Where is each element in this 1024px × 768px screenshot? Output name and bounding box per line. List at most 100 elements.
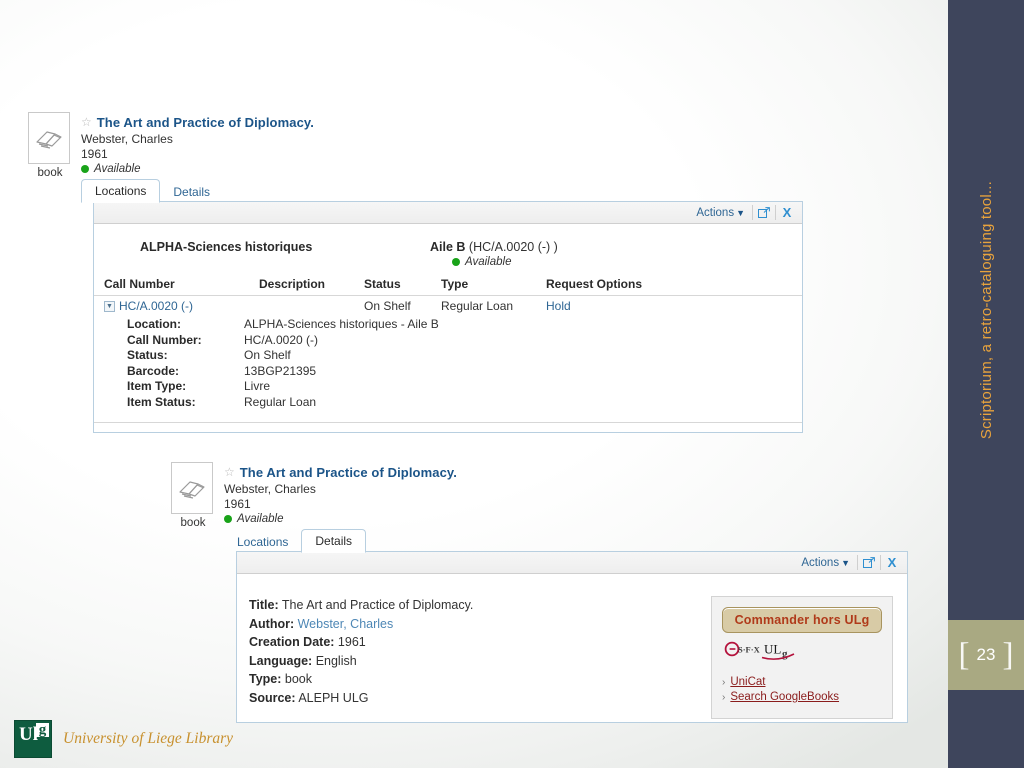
details-sidebar: Commander hors ULg S·F·X UL g › UniCat › <box>711 596 893 719</box>
bibliographic-fields: Title: The Art and Practice of Diplomacy… <box>249 596 703 719</box>
detail-value: On Shelf <box>244 348 291 362</box>
unicat-link[interactable]: UniCat <box>730 676 765 688</box>
close-x-icon[interactable]: X <box>776 202 798 223</box>
panel-toolbar-2: Actions ▼ X <box>237 552 907 574</box>
tab-locations[interactable]: Locations <box>224 531 301 553</box>
detail-key: Item Status: <box>127 394 196 409</box>
locations-body: ALPHA-Sciences historiques Aile B (HC/A.… <box>94 224 802 423</box>
cell-description <box>259 296 364 317</box>
record-title-link[interactable]: The Art and Practice of Diplomacy. <box>97 115 314 130</box>
tab-details[interactable]: Details <box>160 181 223 203</box>
svg-text:S·F·X: S·F·X <box>738 645 761 655</box>
wing-availability-label: Available <box>465 256 512 268</box>
item-detail-row: Call Number: HC/A.0020 (-) <box>94 333 802 349</box>
library-name: ALPHA-Sciences historiques <box>140 240 313 254</box>
actions-menu-2[interactable]: Actions ▼ <box>794 552 857 573</box>
actions-label: Actions <box>696 206 735 219</box>
vertical-presentation-title: Scriptorium, a retro-cataloguing tool... <box>948 0 1024 620</box>
detail-key: Item Type: <box>127 379 187 393</box>
record-tabs-1: Locations Details <box>81 178 314 203</box>
details-body: Title: The Art and Practice of Diplomacy… <box>237 574 907 737</box>
open-book-icon <box>28 112 70 164</box>
record-author: Webster, Charles <box>224 482 316 496</box>
panel-toolbar-1: Actions ▼ X <box>94 202 802 224</box>
record-availability-1: Available <box>81 163 314 175</box>
wing-block: Aile B (HC/A.0020 (-) ) Available <box>430 240 558 268</box>
locations-headers: ALPHA-Sciences historiques Aile B (HC/A.… <box>94 240 802 268</box>
col-request-options: Request Options <box>546 277 802 296</box>
external-link-icon[interactable] <box>753 202 775 223</box>
field-key: Source: <box>249 690 296 705</box>
ulg-logo-icon: Ul g <box>14 720 52 758</box>
record-tabs-2: Locations Details <box>224 528 457 553</box>
svg-text:UL: UL <box>764 642 781 657</box>
external-link-icon[interactable] <box>858 552 880 573</box>
hold-request-link[interactable]: Hold <box>546 299 571 313</box>
logo-letter-g: g <box>38 722 47 738</box>
col-description: Description <box>259 277 364 296</box>
table-header-row: Call Number Description Status Type Requ… <box>94 277 802 296</box>
actions-label: Actions <box>801 556 840 569</box>
item-detail-row: Status: On Shelf <box>94 348 802 364</box>
wing-callnumber: (HC/A.0020 (-) ) <box>468 240 558 254</box>
locations-table: Call Number Description Status Type Requ… <box>94 277 802 316</box>
slide-footer: Ul g University of Liege Library <box>14 720 233 758</box>
field-author: Author: Webster, Charles <box>249 615 703 634</box>
google-books-link[interactable]: Search GoogleBooks <box>730 691 839 703</box>
record-header-2: book ☆ The Art and Practice of Diplomacy… <box>171 462 457 553</box>
detail-value: HC/A.0020 (-) <box>244 332 319 347</box>
locations-panel: Actions ▼ X ALPHA-Sciences historiques A… <box>93 201 803 433</box>
tab-locations[interactable]: Locations <box>81 179 161 203</box>
order-outside-ulg-button[interactable]: Commander hors ULg <box>722 607 882 633</box>
chevron-down-icon: ▼ <box>841 557 850 568</box>
item-detail-row: Barcode: 13BGP21395 <box>94 364 802 380</box>
detail-value: Regular Loan <box>244 394 317 409</box>
thumbnail-label: book <box>180 517 206 529</box>
wing-label: Aile B <box>430 240 466 254</box>
actions-menu-1[interactable]: Actions ▼ <box>689 202 752 223</box>
close-label: X <box>782 205 792 220</box>
list-item: › UniCat <box>722 676 882 688</box>
table-bottom-divider <box>94 422 802 423</box>
sfx-ulg-logo[interactable]: S·F·X UL g <box>724 640 882 662</box>
related-links: › UniCat › Search GoogleBooks <box>722 676 882 703</box>
call-number-link[interactable]: HC/A.0020 (-) <box>119 299 193 313</box>
field-value: ALEPH ULG <box>298 690 369 705</box>
detail-value: 13BGP21395 <box>244 363 317 378</box>
table-row: ▼ HC/A.0020 (-) On Shelf Regular Loan Hol… <box>94 296 802 317</box>
item-detail-row: Item Type: Livre <box>94 379 802 395</box>
field-value-link[interactable]: Webster, Charles <box>298 617 394 631</box>
record-year: 1961 <box>81 147 108 161</box>
cell-request-option: Hold <box>546 296 802 317</box>
field-title: Title: The Art and Practice of Diplomacy… <box>249 596 703 615</box>
collapse-triangle-icon[interactable]: ▼ <box>104 301 115 313</box>
availability-dot-icon <box>81 165 89 173</box>
wing-heading: Aile B (HC/A.0020 (-) ) <box>430 240 558 254</box>
col-status: Status <box>364 277 441 296</box>
col-type: Type <box>441 277 546 296</box>
vertical-title-text: Scriptorium, a retro-cataloguing tool... <box>977 180 995 440</box>
field-key: Type: <box>249 672 282 686</box>
cell-status: On Shelf <box>364 299 411 313</box>
star-outline-icon[interactable]: ☆ <box>224 465 235 480</box>
availability-dot-icon <box>224 515 232 523</box>
field-key: Author: <box>249 616 295 631</box>
detail-key: Location: <box>127 317 181 331</box>
record-year: 1961 <box>224 497 251 511</box>
tab-details[interactable]: Details <box>301 529 367 553</box>
field-value: book <box>284 672 313 686</box>
close-x-icon[interactable]: X <box>881 552 903 573</box>
details-panel: Actions ▼ X Title: The Art and Practice … <box>236 551 908 723</box>
record-title-link[interactable]: The Art and Practice of Diplomacy. <box>240 465 457 480</box>
record-author: Webster, Charles <box>81 132 173 146</box>
detail-key: Call Number: <box>127 332 202 347</box>
field-key: Title: <box>249 598 279 612</box>
thumbnail-label: book <box>37 167 63 179</box>
close-label: X <box>887 555 897 570</box>
record-thumbnail-2: book <box>171 462 215 529</box>
star-outline-icon[interactable]: ☆ <box>81 115 92 130</box>
detail-value: Livre <box>244 379 271 393</box>
bracket-left: [ <box>958 636 970 673</box>
cell-type: Regular Loan <box>441 299 514 313</box>
item-detail-row: Location: ALPHA-Sciences historiques - A… <box>94 317 802 333</box>
